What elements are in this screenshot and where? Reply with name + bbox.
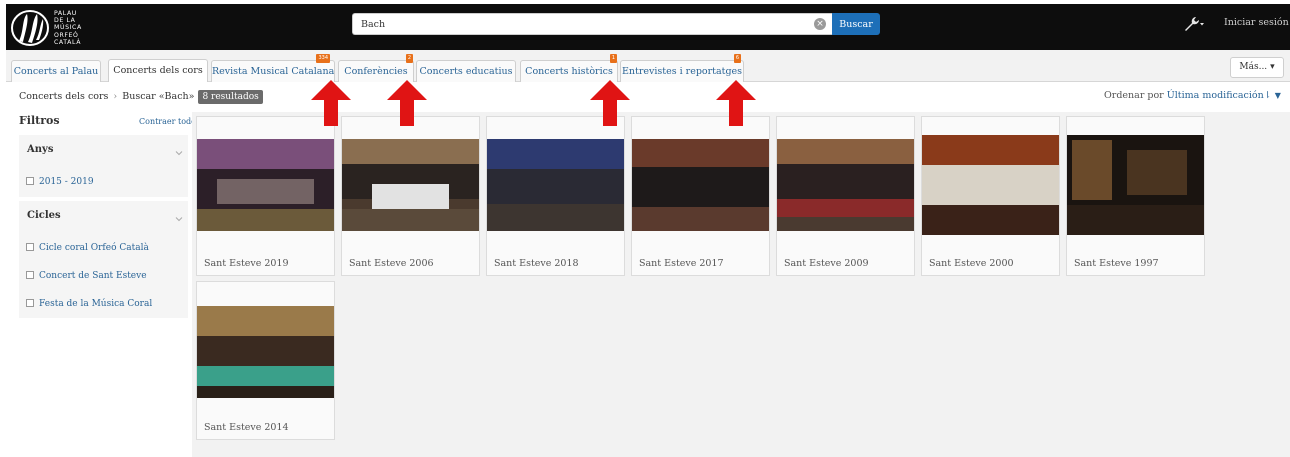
result-card[interactable]: Sant Esteve 2018 (486, 116, 625, 276)
tab-count-badge: 1 (609, 54, 617, 63)
filter-group-title[interactable]: Anys (27, 144, 53, 155)
result-title[interactable]: Sant Esteve 2009 (784, 258, 869, 269)
more-tabs-button[interactable]: Más... ▾ (1230, 57, 1284, 78)
result-title[interactable]: Sant Esteve 1997 (1074, 258, 1159, 269)
search-input[interactable] (352, 13, 832, 35)
chevron-down-icon[interactable] (175, 149, 183, 157)
filter-group-title[interactable]: Cicles (27, 210, 61, 221)
chevron-right-icon: › (113, 91, 118, 102)
tab-count-badge: 334 (316, 54, 330, 63)
result-card[interactable]: Sant Esteve 2006 (341, 116, 480, 276)
red-arrow-icon (311, 80, 351, 126)
red-arrow-icon (590, 80, 630, 126)
tab-concerts-educatius[interactable]: Concerts educatius (416, 60, 516, 82)
result-card[interactable]: Sant Esteve 2019 (196, 116, 335, 276)
tab-concerts-dels-cors[interactable]: Concerts dels cors (108, 59, 208, 82)
search-button[interactable]: Buscar (832, 13, 880, 35)
result-title[interactable]: Sant Esteve 2014 (204, 422, 289, 433)
logo-text: PALAU DE LA MÚSICA ORFEÓ CATALÀ (54, 10, 82, 46)
result-title[interactable]: Sant Esteve 2000 (929, 258, 1014, 269)
tab-conferencies[interactable]: Conferències 2 (338, 54, 414, 82)
top-navigation-bar: PALAU DE LA MÚSICA ORFEÓ CATALÀ × Buscar… (6, 4, 1290, 50)
filter-option[interactable]: Festa de la Música Coral (26, 299, 152, 309)
choir-photo[interactable] (777, 139, 914, 231)
sort-value[interactable]: Última modificación (1167, 90, 1264, 101)
result-title[interactable]: Sant Esteve 2018 (494, 258, 579, 269)
result-card[interactable]: Sant Esteve 2000 (921, 116, 1060, 276)
sort-desc-icon: ⇂ (1263, 90, 1272, 101)
filters-heading: Filtros (19, 114, 60, 127)
tab-revista-musical-catalana[interactable]: Revista Musical Catalana 334 (211, 54, 335, 82)
checkbox[interactable] (26, 177, 34, 185)
filter-option[interactable]: Concert de Sant Esteve (26, 271, 147, 281)
result-card[interactable]: Sant Esteve 2009 (776, 116, 915, 276)
choir-photo[interactable] (197, 139, 334, 231)
clear-icon[interactable]: × (814, 18, 826, 30)
tab-count-badge: 2 (405, 54, 413, 63)
choir-photo[interactable] (1067, 135, 1204, 235)
filter-group-anys: Anys 2015 - 2019 (19, 135, 188, 197)
red-arrow-icon (716, 80, 756, 126)
choir-photo[interactable] (632, 139, 769, 231)
tab-concerts-historics[interactable]: Concerts històrics 1 (520, 54, 618, 82)
result-card[interactable]: Sant Esteve 2017 (631, 116, 770, 276)
chevron-down-icon[interactable] (175, 215, 183, 223)
choir-photo[interactable] (922, 135, 1059, 235)
caret-down-icon: ▼ (1274, 91, 1281, 100)
checkbox[interactable] (26, 243, 34, 251)
collapse-all-link[interactable]: Contraer todo (139, 117, 196, 126)
palau-logo[interactable]: PALAU DE LA MÚSICA ORFEÓ CATALÀ (10, 8, 88, 48)
breadcrumb-item: Buscar «Bach» (122, 91, 195, 102)
breadcrumb: Concerts dels cors › Buscar «Bach» 8 result… (19, 90, 263, 104)
search-form: × Buscar (352, 13, 880, 35)
choir-photo[interactable] (342, 139, 479, 231)
filter-option[interactable]: 2015 - 2019 (26, 177, 94, 187)
result-title[interactable]: Sant Esteve 2006 (349, 258, 434, 269)
page: PALAU DE LA MÚSICA ORFEÓ CATALÀ × Buscar… (0, 0, 1290, 457)
login-link[interactable]: Iniciar sesión (1224, 17, 1289, 28)
breadcrumb-item[interactable]: Concerts dels cors (19, 91, 108, 102)
collection-tabs: Concerts al Palau Concerts dels cors Rev… (6, 50, 1290, 82)
wrench-icon[interactable] (1183, 16, 1205, 32)
palau-logo-mark-icon (11, 10, 49, 46)
result-card[interactable]: Sant Esteve 2014 (196, 281, 335, 440)
filter-group-cicles: Cicles Cicle coral Orfeó Català Concert … (19, 201, 188, 318)
caret-down-icon (1200, 23, 1204, 26)
result-title[interactable]: Sant Esteve 2017 (639, 258, 724, 269)
checkbox[interactable] (26, 271, 34, 279)
tab-entrevistes-i-reportatges[interactable]: Entrevistes i reportatges 6 (620, 54, 744, 82)
result-title[interactable]: Sant Esteve 2019 (204, 258, 289, 269)
tab-count-badge: 6 (733, 54, 741, 63)
red-arrow-icon (387, 80, 427, 126)
checkbox[interactable] (26, 299, 34, 307)
choir-photo[interactable] (197, 306, 334, 398)
tab-concerts-al-palau[interactable]: Concerts al Palau (11, 60, 101, 82)
caret-down-icon: ▾ (1270, 62, 1275, 72)
result-card[interactable]: Sant Esteve 1997 (1066, 116, 1205, 276)
filter-option[interactable]: Cicle coral Orfeó Català (26, 243, 149, 253)
sort-control[interactable]: Ordenar por Última modificación⇂ ▼ (1104, 90, 1281, 101)
results-count-badge: 8 resultados (198, 90, 263, 104)
choir-photo[interactable] (487, 139, 624, 231)
